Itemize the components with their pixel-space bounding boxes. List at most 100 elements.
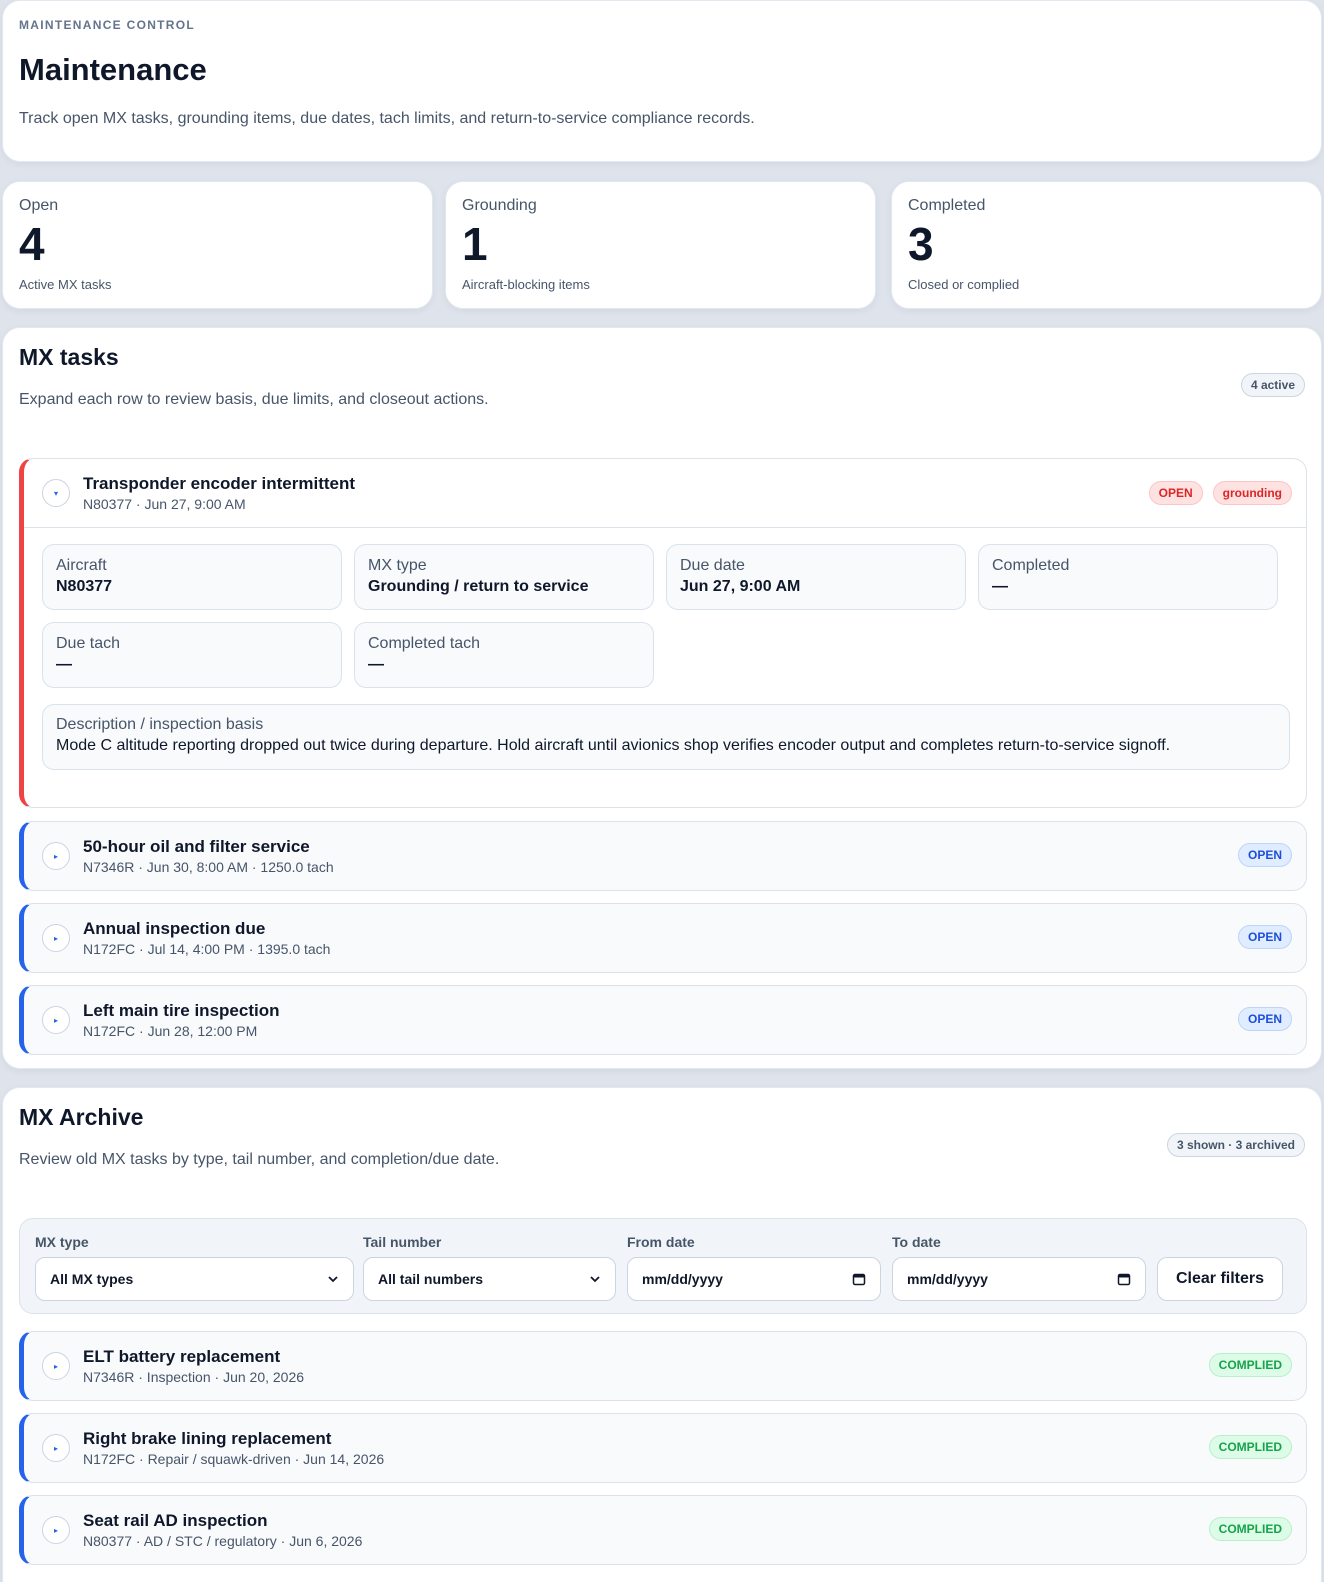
field-label: Due tach — [56, 635, 121, 652]
task-meta: N7346R · Jun 30, 8:00 AM · 1250.0 tach — [83, 859, 334, 875]
page-eyebrow: MAINTENANCE CONTROL — [19, 18, 196, 32]
collapse-chevron-icon[interactable]: ▾ — [42, 479, 70, 507]
task-meta: N7346R · Inspection · Jun 20, 2026 — [83, 1369, 305, 1385]
task-title: Annual inspection due — [83, 919, 266, 938]
stat-caption: Aircraft-blocking items — [462, 277, 590, 292]
expand-chevron-icon[interactable]: ▸ — [42, 1516, 70, 1544]
tail-number-select[interactable]: All tail numbers — [363, 1257, 616, 1301]
task-title: Left main tire inspection — [83, 1001, 280, 1020]
stat-label: Grounding — [462, 197, 537, 214]
page-header: MAINTENANCE CONTROL Maintenance Track op… — [2, 0, 1322, 162]
from-date-label: From date — [627, 1234, 695, 1250]
chevron-down-icon — [328, 1276, 338, 1283]
field-label: MX type — [368, 557, 427, 574]
field-value: Jun 27, 9:00 AM — [680, 578, 801, 595]
task-meta: N172FC · Jul 14, 4:00 PM · 1395.0 tach — [83, 941, 331, 957]
status-badge: COMPLIED — [1208, 1435, 1292, 1459]
archive-row[interactable]: ▸ ELT battery replacement N7346R · Inspe… — [19, 1331, 1307, 1401]
field-label: Completed tach — [368, 635, 481, 652]
active-count-pill: 4 active — [1240, 373, 1305, 397]
mx-archive-section: MX Archive Review old MX tasks by type, … — [2, 1087, 1322, 1582]
field-mx-type: MX type Grounding / return to service — [354, 544, 654, 610]
field-aircraft: Aircraft N80377 — [42, 544, 342, 610]
expand-chevron-icon[interactable]: ▸ — [42, 1434, 70, 1462]
task-meta: N80377 · AD / STC / regulatory · Jun 6, … — [83, 1533, 363, 1549]
status-badge: COMPLIED — [1208, 1517, 1292, 1541]
mx-type-select-value: All MX types — [50, 1271, 134, 1287]
task-title: ELT battery replacement — [83, 1347, 281, 1366]
expand-chevron-icon[interactable]: ▸ — [42, 842, 70, 870]
grounding-badge: grounding — [1212, 481, 1292, 505]
field-label: Aircraft — [56, 557, 107, 574]
mx-type-select[interactable]: All MX types — [35, 1257, 354, 1301]
task-meta: N80377 · Jun 27, 9:00 AM — [83, 496, 246, 512]
status-badge: OPEN — [1148, 481, 1203, 505]
task-meta: N172FC · Repair / squawk-driven · Jun 14… — [83, 1451, 385, 1467]
task-meta: N172FC · Jun 28, 12:00 PM — [83, 1023, 258, 1039]
page-title: Maintenance — [19, 52, 207, 87]
stat-value: 1 — [462, 218, 488, 270]
stat-card-grounding: Grounding 1 Aircraft-blocking items — [445, 181, 876, 309]
field-value: — — [992, 578, 1008, 595]
from-date-input[interactable]: mm/dd/yyyy — [627, 1257, 881, 1301]
status-badge: OPEN — [1237, 843, 1292, 867]
task-row-header[interactable]: ▾ Transponder encoder intermittent N8037… — [24, 459, 1306, 527]
task-row[interactable]: ▸ Annual inspection due N172FC · Jul 14,… — [19, 903, 1307, 973]
field-label: Completed — [992, 557, 1070, 574]
description-box: Description / inspection basis Mode C al… — [42, 704, 1290, 770]
expand-chevron-icon[interactable]: ▸ — [42, 1006, 70, 1034]
tail-filter-label: Tail number — [363, 1234, 442, 1250]
section-subtitle: Review old MX tasks by type, tail number… — [19, 1151, 500, 1168]
field-value: N80377 — [56, 578, 113, 595]
field-value: — — [56, 656, 72, 673]
clear-filters-button[interactable]: Clear filters — [1157, 1257, 1283, 1301]
to-date-label: To date — [892, 1234, 941, 1250]
task-title: Transponder encoder intermittent — [83, 474, 356, 493]
stat-caption: Closed or complied — [908, 277, 1020, 292]
calendar-icon[interactable] — [852, 1272, 866, 1286]
field-completed-tach: Completed tach — — [354, 622, 654, 688]
archive-row[interactable]: ▸ Right brake lining replacement N172FC … — [19, 1413, 1307, 1483]
description-text: Mode C altitude reporting dropped out tw… — [56, 737, 1171, 754]
stat-card-open: Open 4 Active MX tasks — [2, 181, 433, 309]
task-title: 50-hour oil and filter service — [83, 837, 310, 856]
field-due-tach: Due tach — — [42, 622, 342, 688]
field-due-date: Due date Jun 27, 9:00 AM — [666, 544, 966, 610]
status-badge: OPEN — [1237, 925, 1292, 949]
archive-row[interactable]: ▸ Seat rail AD inspection N80377 · AD / … — [19, 1495, 1307, 1565]
task-details: Aircraft N80377 MX type Grounding / retu… — [24, 527, 1306, 802]
page-subtitle: Track open MX tasks, grounding items, du… — [19, 110, 755, 127]
stat-card-completed: Completed 3 Closed or complied — [891, 181, 1322, 309]
to-date-input[interactable]: mm/dd/yyyy — [892, 1257, 1146, 1301]
field-label: Due date — [680, 557, 745, 574]
section-subtitle: Expand each row to review basis, due lim… — [19, 391, 489, 408]
archive-filters: MX type All MX types Tail number All tai… — [19, 1218, 1307, 1314]
field-completed: Completed — — [978, 544, 1278, 610]
section-title: MX tasks — [19, 344, 119, 370]
field-value: Grounding / return to service — [368, 578, 589, 595]
expand-chevron-icon[interactable]: ▸ — [42, 924, 70, 952]
task-row[interactable]: ▸ 50-hour oil and filter service N7346R … — [19, 821, 1307, 891]
calendar-icon[interactable] — [1117, 1272, 1131, 1286]
stat-label: Open — [19, 197, 59, 214]
stat-label: Completed — [908, 197, 986, 214]
task-title: Right brake lining replacement — [83, 1429, 332, 1448]
task-row[interactable]: ▸ Left main tire inspection N172FC · Jun… — [19, 985, 1307, 1055]
field-value: — — [368, 656, 384, 673]
status-badge: OPEN — [1237, 1007, 1292, 1031]
tail-number-select-value: All tail numbers — [378, 1271, 484, 1287]
mx-type-filter-label: MX type — [35, 1234, 89, 1250]
description-label: Description / inspection basis — [56, 716, 264, 733]
task-row-expanded: ▾ Transponder encoder intermittent N8037… — [19, 458, 1307, 808]
status-badge: COMPLIED — [1208, 1353, 1292, 1377]
from-date-placeholder: mm/dd/yyyy — [642, 1271, 723, 1287]
archive-count-pill: 3 shown · 3 archived — [1166, 1133, 1305, 1157]
task-title: Seat rail AD inspection — [83, 1511, 268, 1530]
stat-caption: Active MX tasks — [19, 277, 112, 292]
chevron-down-icon — [590, 1276, 600, 1283]
expand-chevron-icon[interactable]: ▸ — [42, 1352, 70, 1380]
stat-value: 4 — [19, 218, 45, 270]
stat-value: 3 — [908, 218, 934, 270]
to-date-placeholder: mm/dd/yyyy — [907, 1271, 988, 1287]
section-title: MX Archive — [19, 1104, 144, 1130]
